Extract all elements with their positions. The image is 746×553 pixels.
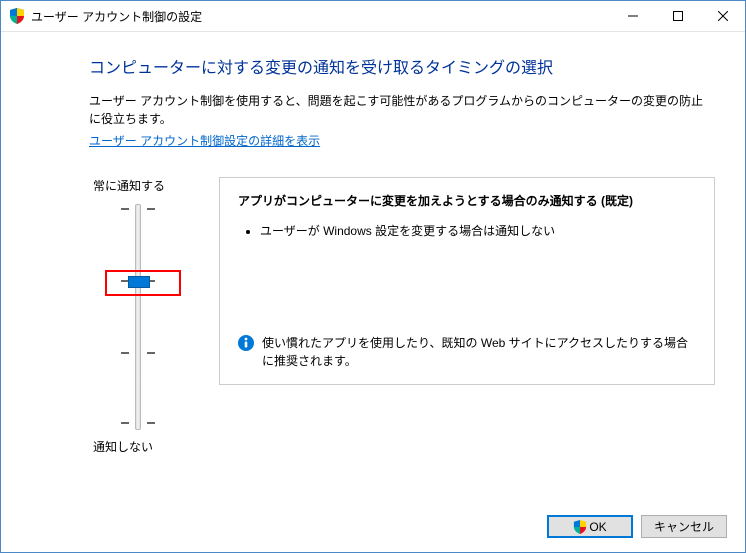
maximize-button[interactable] (655, 1, 700, 31)
slider-label-always: 常に通知する (93, 177, 209, 194)
recommendation-text: 使い慣れたアプリを使用したり、既知の Web サイトにアクセスしたりする場合に推… (262, 334, 696, 370)
slider-label-never: 通知しない (93, 438, 209, 455)
dialog-button-row: OK キャンセル (547, 515, 727, 538)
level-description-panel: アプリがコンピューターに変更を加えようとする場合のみ通知する (既定) ユーザー… (219, 177, 715, 385)
page-description: ユーザー アカウント制御を使用すると、問題を起こす可能性があるプログラムからのコ… (89, 92, 715, 128)
shield-icon (9, 8, 25, 24)
slider-track (135, 204, 141, 430)
slider-column: 常に通知する 通知しない (89, 177, 209, 455)
cancel-button-label: キャンセル (654, 518, 714, 535)
level-bullet: ユーザーが Windows 設定を変更する場合は通知しない (260, 222, 696, 241)
ok-button-label: OK (589, 520, 606, 534)
ok-button[interactable]: OK (547, 515, 633, 538)
learn-more-link[interactable]: ユーザー アカウント制御設定の詳細を表示 (89, 134, 320, 148)
content-area: コンピューターに対する変更の通知を受け取るタイミングの選択 ユーザー アカウント… (1, 32, 745, 455)
window-title: ユーザー アカウント制御の設定 (31, 8, 202, 25)
notification-slider[interactable] (105, 204, 209, 428)
slider-thumb[interactable] (128, 276, 150, 288)
cancel-button[interactable]: キャンセル (641, 515, 727, 538)
close-button[interactable] (700, 1, 745, 31)
titlebar: ユーザー アカウント制御の設定 (1, 1, 745, 32)
shield-icon (573, 520, 587, 534)
uac-settings-window: ユーザー アカウント制御の設定 コンピューターに対する変更の通知を受け取るタイミ… (0, 0, 746, 553)
info-icon (238, 335, 254, 351)
level-bullet-list: ユーザーが Windows 設定を変更する場合は通知しない (242, 222, 696, 241)
level-title: アプリがコンピューターに変更を加えようとする場合のみ通知する (既定) (238, 192, 696, 210)
recommendation-row: 使い慣れたアプリを使用したり、既知の Web サイトにアクセスしたりする場合に推… (238, 334, 696, 370)
minimize-button[interactable] (610, 1, 655, 31)
page-heading: コンピューターに対する変更の通知を受け取るタイミングの選択 (89, 54, 715, 78)
